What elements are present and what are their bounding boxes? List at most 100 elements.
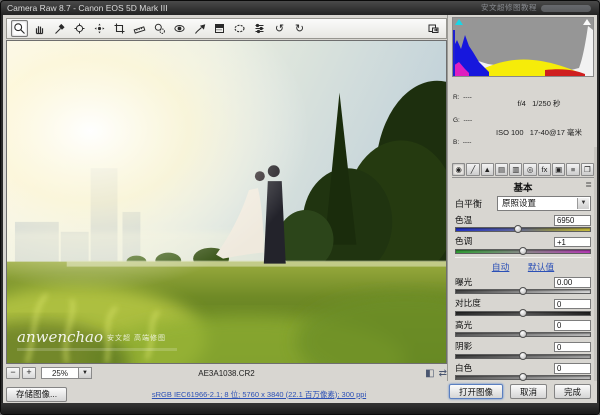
white-balance-select[interactable]: 原照设置 ▼ — [497, 196, 591, 211]
hand-tool-icon[interactable] — [31, 20, 48, 37]
preview-split-icon[interactable]: ◧ — [425, 368, 434, 379]
image-preview-canvas[interactable]: anwenchao 安文超 高端修图 — [6, 40, 447, 364]
filename-label: AE3A1038.CR2 — [126, 369, 327, 378]
done-button[interactable]: 完成 — [554, 384, 591, 399]
shadows-value-input[interactable]: 0 — [554, 342, 591, 353]
histogram[interactable] — [452, 17, 594, 77]
panel-title: 基本 ≣ — [452, 178, 594, 195]
auto-default-links: 自动 默认值 — [455, 260, 591, 273]
highlights-value-input[interactable]: 0 — [554, 320, 591, 331]
photo-watermark-subline — [17, 348, 177, 351]
exposure-value-input[interactable]: 0.00 — [554, 277, 591, 288]
footer-left: 存储图像... sRGB IEC61966-2.1; 8 位; 5760 x 3… — [6, 385, 447, 403]
window-bottom-frame — [1, 403, 599, 414]
tint-track[interactable] — [455, 249, 591, 254]
whites-track[interactable] — [455, 375, 591, 380]
contrast-thumb[interactable] — [519, 309, 527, 317]
shadows-thumb[interactable] — [519, 352, 527, 360]
tint-thumb[interactable] — [519, 247, 527, 255]
tab-tone-curve[interactable]: ╱ — [466, 163, 479, 176]
zoom-in-button[interactable]: + — [22, 367, 36, 379]
tab-basic[interactable]: ◉ — [452, 163, 465, 176]
contrast-track[interactable] — [455, 311, 591, 316]
exposure-thumb[interactable] — [519, 287, 527, 295]
tool-bar: ↺ ↻ — [6, 18, 447, 39]
highlights-track[interactable] — [455, 332, 591, 337]
straighten-tool-icon[interactable] — [131, 20, 148, 37]
title-bar[interactable]: Camera Raw 8.7 - Canon EOS 5D Mark III 安… — [1, 1, 599, 15]
crop-tool-icon[interactable] — [111, 20, 128, 37]
targeted-adjustment-tool-icon[interactable] — [91, 20, 108, 37]
preview-swap-icon[interactable]: ⇄ — [439, 368, 447, 379]
exif-info: f/4 1/250 秒 ISO 100 17-40@17 毫米 — [485, 79, 593, 162]
zoom-tool-icon[interactable] — [11, 20, 28, 37]
zoom-level-dropdown-icon[interactable]: ▼ — [79, 367, 92, 379]
exposure-track[interactable] — [455, 289, 591, 294]
highlights-slider: 高光0 — [455, 319, 591, 338]
shadows-track[interactable] — [455, 354, 591, 359]
adjustment-brush-tool-icon[interactable] — [191, 20, 208, 37]
window-title: Camera Raw 8.7 - Canon EOS 5D Mark III — [7, 3, 168, 13]
rotate-left-icon[interactable]: ↺ — [271, 20, 288, 37]
highlight-clipping-icon[interactable] — [583, 19, 591, 25]
r-readout: R: ---- — [453, 94, 485, 102]
footer-right: 打开图像 取消 完成 — [445, 384, 595, 399]
white-balance-dropdown-icon[interactable]: ▼ — [577, 198, 589, 209]
photo-watermark-signature: anwenchao — [17, 328, 103, 346]
panel-tab-strip: ◉ ╱ ▲ ▤ ▥ ◎ fx ▣ ≡ ❐ — [452, 163, 594, 178]
dialog-body: ↺ ↻ — [3, 15, 597, 403]
tab-effects[interactable]: fx — [538, 163, 551, 176]
tab-hsl-grayscale[interactable]: ▤ — [495, 163, 508, 176]
highlights-thumb[interactable] — [519, 330, 527, 338]
white-balance-tool-icon[interactable] — [51, 20, 68, 37]
tab-split-toning[interactable]: ▥ — [509, 163, 522, 176]
whites-value-input[interactable]: 0 — [554, 363, 591, 374]
tint-value-input[interactable]: +1 — [554, 237, 591, 248]
rgb-readouts: R: ---- G: ---- B: ---- — [453, 79, 485, 162]
save-image-button[interactable]: 存储图像... — [6, 387, 67, 402]
tab-presets[interactable]: ≡ — [566, 163, 579, 176]
zoom-level-select[interactable]: 25% — [41, 367, 79, 379]
rotate-right-icon[interactable]: ↻ — [291, 20, 308, 37]
contrast-value-input[interactable]: 0 — [554, 299, 591, 310]
exposure-slider: 曝光0.00 — [455, 276, 591, 295]
color-sampler-tool-icon[interactable] — [71, 20, 88, 37]
white-balance-label: 白平衡 — [455, 197, 497, 210]
zoom-out-button[interactable]: − — [6, 367, 20, 379]
temperature-thumb[interactable] — [514, 225, 522, 233]
shadow-clipping-icon[interactable] — [455, 19, 463, 25]
red-eye-removal-tool-icon[interactable] — [171, 20, 188, 37]
exif-iso-lens: ISO 100 17-40@17 毫米 — [485, 128, 593, 138]
basic-controls: 白平衡 原照设置 ▼ 色温6950 色调+1 自动 默 — [452, 195, 594, 382]
default-link[interactable]: 默认值 — [528, 262, 554, 272]
exif-exposure: f/4 1/250 秒 — [485, 99, 593, 109]
b-readout: B: ---- — [453, 139, 485, 147]
open-image-button[interactable]: 打开图像 — [449, 384, 503, 399]
shadows-slider: 阴影0 — [455, 340, 591, 359]
tint-slider: 色调+1 — [455, 235, 591, 254]
toggle-fullscreen-icon[interactable] — [425, 20, 442, 37]
divider — [455, 257, 591, 258]
temperature-slider: 色温6950 — [455, 214, 591, 233]
tab-camera-calibration[interactable]: ▣ — [552, 163, 565, 176]
cancel-button[interactable]: 取消 — [510, 384, 547, 399]
whites-slider: 白色0 — [455, 362, 591, 381]
tab-detail[interactable]: ▲ — [481, 163, 494, 176]
tab-lens-corrections[interactable]: ◎ — [523, 163, 536, 176]
photo-watermark-text: 安文超 高端修图 — [107, 335, 166, 342]
g-readout: G: ---- — [453, 117, 485, 125]
panel-menu-icon[interactable]: ≣ — [585, 180, 592, 189]
temperature-value-input[interactable]: 6950 — [554, 215, 591, 226]
preferences-icon[interactable] — [251, 20, 268, 37]
whites-thumb[interactable] — [519, 373, 527, 381]
spot-removal-tool-icon[interactable] — [151, 20, 168, 37]
auto-link[interactable]: 自动 — [492, 262, 510, 272]
temperature-track[interactable] — [455, 227, 591, 232]
panel-scrollbar[interactable] — [594, 147, 597, 381]
radial-filter-tool-icon[interactable] — [231, 20, 248, 37]
titlebar-watermark-badge — [541, 5, 591, 12]
graduated-filter-tool-icon[interactable] — [211, 20, 228, 37]
tab-snapshots[interactable]: ❐ — [581, 163, 594, 176]
camera-raw-window: Camera Raw 8.7 - Canon EOS 5D Mark III 安… — [0, 0, 600, 415]
workflow-options-link[interactable]: sRGB IEC61966-2.1; 8 位; 5760 x 3840 (22.… — [101, 389, 417, 400]
